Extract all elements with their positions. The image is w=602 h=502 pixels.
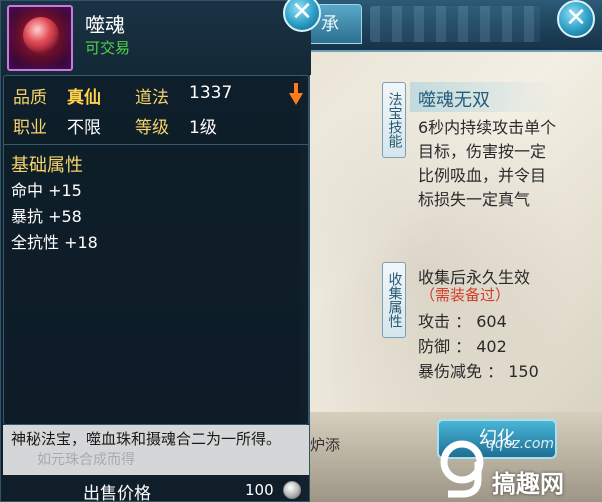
quality-value: 真仙 [67, 88, 101, 108]
watermark-site: qqoz.com [486, 436, 555, 452]
item-name: 噬魂 [85, 13, 125, 37]
watermark-logo-icon [440, 440, 484, 498]
stat-value: 402 [476, 337, 507, 356]
trade-status: 可交易 [85, 39, 131, 57]
sell-price-label: 出售价格 [83, 484, 151, 502]
orb-icon [23, 17, 59, 53]
sell-price-value: 100 [245, 481, 274, 499]
attribute-hit: 命中 +15 [11, 181, 82, 200]
arrow-down-icon [289, 83, 303, 105]
quality-label: 品质 [13, 88, 47, 108]
skill-panel: 法宝技能 噬魂无双 6秒内持续攻击单个目标，伤害按一定比例吸血，并令目标损失一定… [380, 78, 560, 390]
background-partial-text: 炉添 [310, 436, 341, 454]
stat-label: 防御 [418, 337, 451, 356]
attribute-crit-resist: 暴抗 +58 [11, 207, 82, 226]
collection-note: （需装备过） [420, 286, 511, 304]
background-header-decoration [370, 6, 540, 42]
skill-tag: 法宝技能 [382, 82, 406, 158]
attribute-all-resist: 全抗性 +18 [11, 233, 98, 252]
stat-value: 150 [508, 362, 539, 381]
collection-stat-defense: 防御 ： 402 [418, 337, 507, 356]
collection-stat-crit-reduction: 暴伤减免 ： 150 [418, 362, 539, 381]
job-label: 职业 [13, 118, 47, 138]
description-ghost-text: 如元珠合成而得 [37, 452, 135, 468]
watermark-name: 搞趣网 [492, 470, 564, 498]
stat-label: 攻击 [418, 312, 451, 331]
skill-description: 6秒内持续攻击单个目标，伤害按一定比例吸血，并令目标损失一定真气 [418, 118, 557, 209]
silver-coin-icon [283, 481, 301, 499]
level-label: 等级 [135, 118, 169, 138]
item-tooltip: 噬魂 可交易 品质 真仙 道法 1337 职业 不限 等级 1级 基础属性 命中… [0, 0, 311, 502]
close-window-button[interactable]: ✕ [557, 0, 595, 38]
collection-tag: 收集属性 [382, 262, 406, 338]
collection-stat-attack: 攻击 ： 604 [418, 312, 507, 331]
daofa-value: 1337 [189, 83, 233, 103]
level-value: 1级 [189, 118, 217, 138]
stat-value: 604 [476, 312, 507, 331]
stat-label: 暴伤减免 [418, 362, 483, 381]
skill-name: 噬魂无双 [418, 90, 490, 111]
job-value: 不限 [67, 118, 101, 138]
daofa-label: 道法 [135, 88, 169, 108]
base-attributes-title: 基础属性 [11, 155, 83, 176]
